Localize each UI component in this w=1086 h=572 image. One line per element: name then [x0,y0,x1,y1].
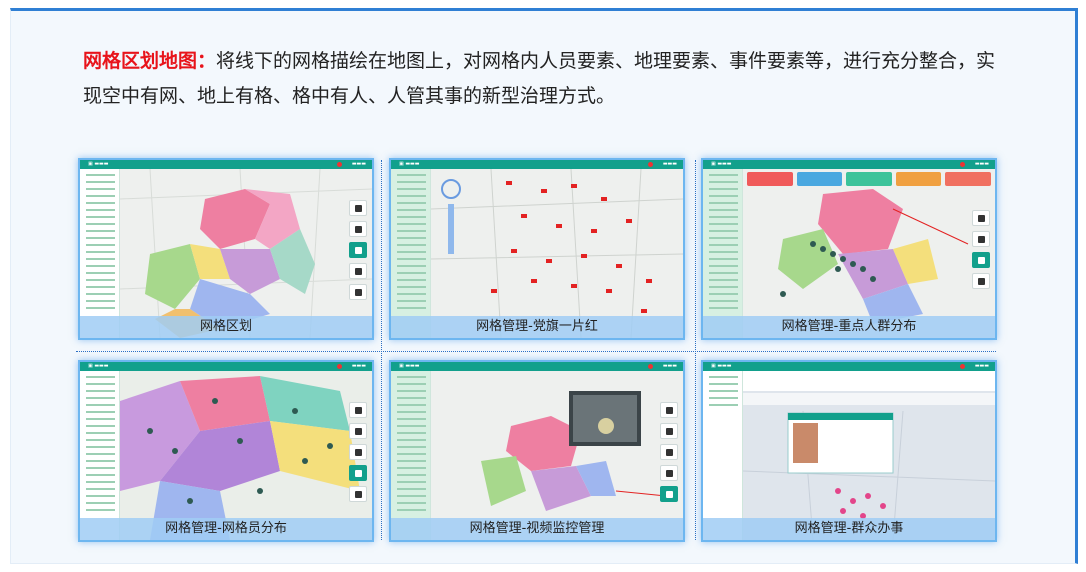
stats-cards [747,172,991,186]
toolbar-button[interactable] [972,231,990,247]
toolbar-button[interactable] [660,444,678,460]
grid-divider-vertical [695,160,696,540]
screenshot-panel-key-population[interactable]: ▣ ▬▬▬ ▬▬▬ 网格管理-重点人群分布 [703,160,995,338]
app-topbar: ▣ ▬▬▬ ▬▬▬ [391,160,683,169]
app-sidebar [80,169,120,338]
app-topbar: ▣ ▬▬▬ ▬▬▬ [703,362,995,371]
toolbar-button[interactable] [349,402,367,418]
population-map[interactable] [743,169,995,338]
grid-divider-horizontal [76,351,996,352]
toolbar-button-active[interactable] [972,252,990,268]
app-sidebar [391,371,431,540]
panel-caption: 网格管理-重点人群分布 [703,316,995,338]
toolbar-button[interactable] [349,263,367,279]
toolbar-button[interactable] [972,273,990,289]
app-topbar: ▣ ▬▬▬ ▬▬▬ [703,160,995,169]
app-sidebar [703,371,743,540]
toolbar-button[interactable] [349,221,367,237]
map-toolbar [972,210,990,294]
panel-caption: 网格管理-网格员分布 [80,518,372,540]
screenshot-panel-grid-division[interactable]: ▣ ▬▬▬ ▬▬▬ 网格区划 [80,160,372,338]
toolbar-button[interactable] [660,423,678,439]
toolbar-button[interactable] [660,402,678,418]
toolbar-button[interactable] [972,210,990,226]
panel-caption: 网格管理-党旗一片红 [391,316,683,338]
panel-caption: 网格管理-视频监控管理 [391,518,683,540]
toolbar-button-active[interactable] [349,465,367,481]
toolbar-button[interactable] [349,284,367,300]
panel-caption: 网格区划 [80,316,372,338]
grid-map[interactable] [120,169,372,338]
screenshot-panel-grid-staff[interactable]: ▣ ▬▬▬ ▬▬▬ 网格管理-网格员分布 [80,362,372,540]
toolbar-button[interactable] [660,465,678,481]
panel-caption: 网格管理-群众办事 [703,518,995,540]
screenshot-panel-public-services[interactable]: ▣ ▬▬▬ ▬▬▬ 网格管理-群众办事 [703,362,995,540]
app-sidebar [391,169,431,338]
app-sidebar [703,169,743,338]
video-map[interactable] [431,371,683,540]
services-map[interactable] [743,371,995,540]
toolbar-button[interactable] [349,200,367,216]
intro-text: 将线下的网格描绘在地图上，对网格内人员要素、地理要素、事件要素等，进行充分整合，… [83,50,996,107]
app-topbar: ▣ ▬▬▬ ▬▬▬ [80,160,372,169]
toolbar-button-active[interactable] [349,242,367,258]
map-toolbar [660,402,678,507]
app-sidebar [80,371,120,540]
staff-map[interactable] [120,371,372,540]
toolbar-button[interactable] [349,444,367,460]
map-toolbar [349,200,367,305]
grid-divider-vertical [381,160,382,540]
intro-lead: 网格区划地图： [83,50,217,72]
toolbar-button-active[interactable] [660,486,678,502]
map-toolbar [349,402,367,507]
toolbar-button[interactable] [349,423,367,439]
screenshot-panel-party-flags[interactable]: ▣ ▬▬▬ ▬▬▬ 网格管理-党旗一片红 [391,160,683,338]
intro-paragraph: 网格区划地图：将线下的网格描绘在地图上，对网格内人员要素、地理要素、事件要素等，… [83,44,1003,114]
toolbar-button[interactable] [349,486,367,502]
screenshot-panel-video-surveillance[interactable]: ▣ ▬▬▬ ▬▬▬ 网格管理-视频监控管理 [391,362,683,540]
flag-map[interactable] [431,169,683,338]
app-topbar: ▣ ▬▬▬ ▬▬▬ [80,362,372,371]
app-topbar: ▣ ▬▬▬ ▬▬▬ [391,362,683,371]
